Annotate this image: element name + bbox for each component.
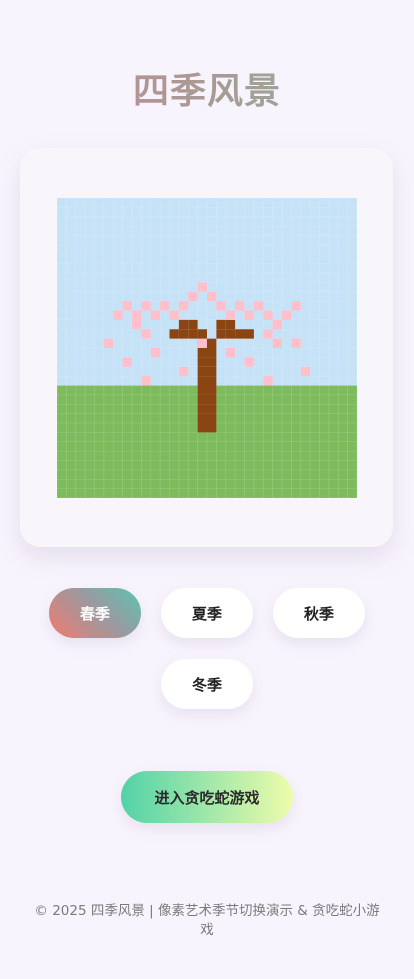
tree-trunk-pixel <box>197 385 207 395</box>
blossom-pixel <box>150 348 161 358</box>
tree-trunk-pixel <box>197 394 207 405</box>
season-spring-button[interactable]: 春季 <box>49 588 141 638</box>
blossom-pixel <box>178 301 189 311</box>
blossom-pixel <box>150 310 161 320</box>
blossom-pixel <box>122 301 132 311</box>
blossom-pixel <box>291 301 301 311</box>
blossom-pixel <box>272 338 282 348</box>
blossom-pixel <box>141 301 151 311</box>
tree-trunk-pixel <box>197 357 207 367</box>
tree-trunk-pixel <box>207 423 217 433</box>
tree-trunk-pixel <box>197 376 207 386</box>
snake-game-button[interactable]: 进入贪吃蛇游戏 <box>121 771 293 823</box>
blossom-pixel <box>272 319 282 330</box>
tree-trunk-pixel <box>207 385 217 395</box>
blossom-pixel <box>132 310 142 320</box>
blossom-pixel <box>141 376 151 386</box>
tree-trunk-pixel <box>207 366 217 377</box>
blossom-pixel <box>225 310 236 320</box>
blossom-pixel <box>244 357 254 367</box>
tree-branch-pixel <box>169 329 179 339</box>
blossom-pixel <box>169 310 179 320</box>
footer-text: © 2025 四季风景 | 像素艺术季节切换演示 & 贪吃蛇小游戏 <box>34 903 380 938</box>
tree-trunk-pixel <box>207 357 217 367</box>
tree-trunk-pixel <box>197 366 207 377</box>
blossom-pixel <box>225 348 236 358</box>
blossom-pixel <box>197 282 207 292</box>
tree-branch-pixel <box>188 329 198 339</box>
blossom-pixel <box>216 301 226 311</box>
blossom-pixel <box>235 301 245 311</box>
blossom-pixel <box>207 291 217 302</box>
tree-branch-pixel <box>188 319 198 330</box>
season-autumn-button[interactable]: 秋季 <box>273 588 365 638</box>
blossom-pixel <box>282 310 292 320</box>
blossom-pixel <box>197 338 207 348</box>
season-winter-button[interactable]: 冬季 <box>161 659 253 709</box>
page-title: 四季风景 <box>0 62 414 114</box>
blossom-pixel <box>253 301 264 311</box>
blossom-pixel <box>103 338 114 348</box>
blossom-pixel <box>263 376 273 386</box>
scene-card <box>20 148 393 547</box>
blossom-pixel <box>188 291 198 302</box>
pixel-scene <box>57 198 357 498</box>
blossom-pixel <box>178 366 189 377</box>
blossom-pixel <box>132 319 142 330</box>
blossom-pixel <box>244 310 254 320</box>
tree-trunk-pixel <box>207 394 217 405</box>
blossom-pixel <box>300 366 311 377</box>
blossom-pixel <box>291 338 301 348</box>
tree-trunk-pixel <box>197 404 207 414</box>
tree-branch-pixel <box>178 319 189 330</box>
blossom-pixel <box>141 329 151 339</box>
tree-trunk-pixel <box>197 348 207 358</box>
blossom-pixel <box>122 357 132 367</box>
blossom-pixel <box>160 301 170 311</box>
tree-branch-pixel <box>197 329 207 339</box>
tree-branch-pixel <box>225 319 236 330</box>
tree-branch-pixel <box>216 319 226 330</box>
blossom-pixel <box>113 310 123 320</box>
tree-trunk-pixel <box>197 413 207 423</box>
tree-branch-pixel <box>225 329 236 339</box>
blossom-pixel <box>263 310 273 320</box>
tree-trunk-pixel <box>207 413 217 423</box>
tree-branch-pixel <box>216 329 226 339</box>
tree-trunk-pixel <box>207 338 217 348</box>
tree-branch-pixel <box>235 329 245 339</box>
tree-trunk-pixel <box>207 348 217 358</box>
tree-trunk-pixel <box>197 423 207 433</box>
season-summer-button[interactable]: 夏季 <box>161 588 253 638</box>
tree-branch-pixel <box>244 329 254 339</box>
tree-trunk-pixel <box>207 376 217 386</box>
tree-branch-pixel <box>178 329 189 339</box>
tree-trunk-pixel <box>207 404 217 414</box>
blossom-pixel <box>263 329 273 339</box>
